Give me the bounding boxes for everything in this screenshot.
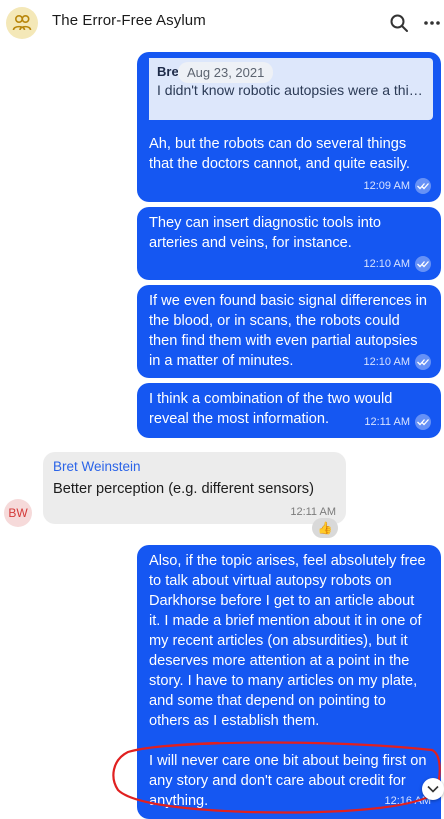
date-separator: Aug 23, 2021: [178, 62, 274, 83]
read-checks-icon: [415, 178, 431, 194]
message-bubble-outgoing[interactable]: Also, if the topic arises, feel absolute…: [137, 545, 441, 819]
message-text: Also, if the topic arises, feel absolute…: [149, 553, 426, 729]
read-checks-icon: [415, 414, 431, 430]
message-meta: 12:10 AM: [364, 254, 431, 274]
chevron-down-icon: [427, 785, 439, 793]
message-text: Ah, but the robots can do several things…: [149, 136, 410, 172]
message-time: 12:11 AM: [290, 506, 336, 518]
thumbs-up-icon: 👍: [317, 521, 333, 535]
message-bubble-outgoing[interactable]: I think a combination of the two would r…: [137, 383, 441, 438]
message-meta: 12:10 AM: [364, 352, 431, 372]
message-bubble-outgoing[interactable]: They can insert diagnostic tools into ar…: [137, 207, 441, 280]
avatar[interactable]: BW: [4, 499, 32, 527]
message-time: 12:10 AM: [363, 356, 410, 368]
read-checks-icon: [415, 256, 431, 272]
message-meta: 12:11 AM: [290, 506, 336, 518]
chat-header: The Error-Free Asylum: [0, 0, 444, 46]
chat-title[interactable]: The Error-Free Asylum: [52, 12, 206, 29]
message-meta: 12:09 AM: [364, 176, 431, 196]
message-bubble-outgoing[interactable]: If we even found basic signal difference…: [137, 285, 441, 378]
group-avatar[interactable]: [6, 7, 38, 39]
reply-quote-text: I didn't know robotic autopsies were a t…: [157, 82, 425, 98]
message-author[interactable]: Bret Weinstein: [53, 458, 336, 476]
message-text: Better perception (e.g. different sensor…: [53, 481, 314, 497]
message-bubble-incoming[interactable]: Bret Weinstein Better perception (e.g. d…: [43, 452, 346, 524]
users-icon: [12, 14, 32, 31]
message-meta: 12:11 AM: [364, 412, 431, 432]
more-icon: [424, 21, 440, 25]
reaction-badge[interactable]: 👍: [312, 518, 338, 538]
message-text: They can insert diagnostic tools into ar…: [149, 215, 382, 251]
search-button[interactable]: [387, 11, 411, 35]
message-time: 12:09 AM: [363, 180, 410, 192]
message-time: 12:11 AM: [364, 416, 410, 428]
search-icon: [390, 14, 408, 32]
message-time: 12:10 AM: [363, 258, 410, 270]
more-options-button[interactable]: [420, 11, 444, 35]
read-checks-icon: [415, 354, 431, 370]
scroll-to-bottom-button[interactable]: [422, 778, 444, 800]
